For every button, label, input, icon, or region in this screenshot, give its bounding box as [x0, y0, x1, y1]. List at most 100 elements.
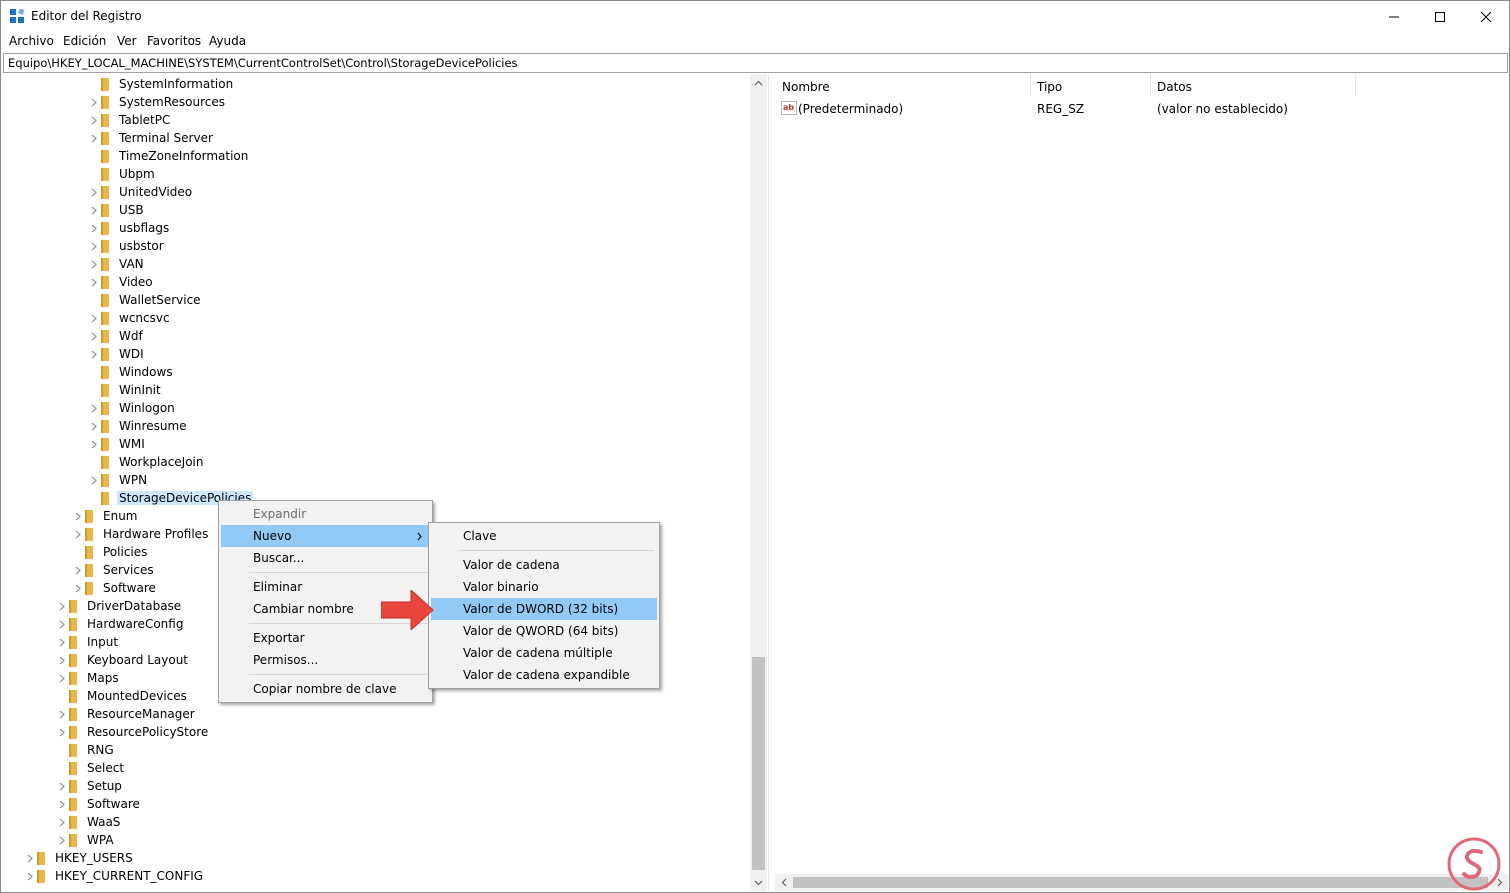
chevron-right-icon [91, 278, 97, 287]
chevron-right-icon [59, 836, 65, 845]
menu-item-string-value[interactable]: Valor de cadena [431, 554, 657, 576]
column-divider[interactable] [1150, 74, 1151, 96]
chevron-right-icon [59, 638, 65, 647]
chevron-right-icon [91, 404, 97, 413]
maximize-button[interactable] [1417, 1, 1463, 32]
registry-editor-window: Editor del Registro Archivo Edición Ver … [0, 0, 1510, 893]
folder-icon [69, 834, 77, 847]
folder-icon [69, 798, 77, 811]
menu-favoritos[interactable]: Favoritos [147, 34, 201, 48]
menu-item-export[interactable]: Exportar [221, 627, 430, 649]
menu-item-multi-string-value[interactable]: Valor de cadena múltiple [431, 642, 657, 664]
menu-separator [249, 674, 427, 675]
menu-item-copy-key-name[interactable]: Copiar nombre de clave [221, 678, 430, 700]
scroll-thumb[interactable] [752, 657, 765, 870]
chevron-right-icon [417, 532, 422, 541]
column-divider[interactable] [1030, 74, 1031, 96]
chevron-right-icon [59, 656, 65, 665]
folder-icon [101, 276, 109, 289]
menu-archivo[interactable]: Archivo [9, 34, 54, 48]
registry-editor-icon [10, 9, 25, 23]
values-horizontal-scrollbar[interactable] [775, 874, 1508, 891]
scroll-left-button[interactable] [775, 874, 792, 891]
chevron-right-icon [59, 710, 65, 719]
folder-icon [85, 510, 93, 523]
folder-icon [69, 618, 77, 631]
key-tree: SystemInformation SystemResources Tablet… [3, 74, 767, 891]
column-header-name[interactable]: Nombre [782, 80, 830, 94]
chevron-right-icon [75, 566, 81, 575]
menu-item-new[interactable]: Nuevo [221, 525, 430, 547]
folder-icon [85, 582, 93, 595]
folder-icon [101, 204, 109, 217]
folder-icon [101, 348, 109, 361]
chevron-right-icon [59, 620, 65, 629]
pane-splitter[interactable] [768, 74, 774, 891]
menu-ver[interactable]: Ver [117, 34, 137, 48]
menu-item-expandable-string-value[interactable]: Valor de cadena expandible [431, 664, 657, 686]
folder-icon [101, 330, 109, 343]
folder-icon [101, 114, 109, 127]
column-divider[interactable] [1355, 74, 1356, 96]
folder-icon [101, 474, 109, 487]
chevron-right-icon [75, 530, 81, 539]
column-header-type[interactable]: Tipo [1037, 80, 1062, 94]
chevron-right-icon [27, 854, 33, 863]
address-path: Equipo\HKEY_LOCAL_MACHINE\SYSTEM\Current… [8, 56, 518, 70]
menu-item-dword-value[interactable]: Valor de DWORD (32 bits) [431, 598, 657, 620]
minimize-button[interactable] [1371, 1, 1417, 32]
folder-icon [85, 528, 93, 541]
watermark-logo [1447, 837, 1501, 891]
folder-icon [101, 492, 109, 505]
chevron-right-icon [59, 602, 65, 611]
folder-icon [69, 780, 77, 793]
address-bar[interactable]: Equipo\HKEY_LOCAL_MACHINE\SYSTEM\Current… [3, 53, 1508, 73]
chevron-right-icon [59, 818, 65, 827]
close-button[interactable] [1463, 1, 1509, 32]
chevron-right-icon [91, 116, 97, 125]
menu-separator [459, 550, 654, 551]
menu-item-permissions[interactable]: Permisos... [221, 649, 430, 671]
maximize-icon [1435, 11, 1445, 22]
menu-item-find[interactable]: Buscar... [221, 547, 430, 569]
folder-icon [101, 456, 109, 469]
column-header-data[interactable]: Datos [1157, 80, 1192, 94]
folder-icon [69, 672, 77, 685]
menu-ayuda[interactable]: Ayuda [209, 34, 246, 48]
chevron-right-icon [59, 800, 65, 809]
scroll-down-button[interactable] [750, 874, 767, 891]
value-row[interactable]: ab (Predeterminado) REG_SZ (valor no est… [779, 100, 1499, 118]
chevron-right-icon [91, 188, 97, 197]
folder-icon [69, 708, 77, 721]
chevron-right-icon [91, 476, 97, 485]
scroll-down-icon [754, 880, 763, 885]
scroll-thumb[interactable] [793, 877, 1488, 888]
folder-icon [101, 312, 109, 325]
folder-icon [69, 690, 77, 703]
menu-separator [249, 572, 427, 573]
menu-item-key[interactable]: Clave [431, 525, 657, 547]
menu-edicion[interactable]: Edición [63, 34, 106, 48]
menu-item-qword-value[interactable]: Valor de QWORD (64 bits) [431, 620, 657, 642]
folder-icon [69, 636, 77, 649]
value-type: REG_SZ [1037, 102, 1085, 116]
chevron-right-icon [75, 584, 81, 593]
folder-icon [101, 222, 109, 235]
chevron-right-icon [91, 350, 97, 359]
folder-icon [101, 78, 109, 91]
menu-item-expand[interactable]: Expandir [221, 503, 430, 525]
chevron-right-icon [91, 134, 97, 143]
title-bar: Editor del Registro [1, 1, 1509, 32]
chevron-right-icon [91, 206, 97, 215]
chevron-right-icon [59, 674, 65, 683]
close-icon [1480, 11, 1492, 22]
folder-icon [37, 852, 45, 865]
chevron-right-icon [91, 224, 97, 233]
folder-icon [69, 600, 77, 613]
scroll-up-button[interactable] [750, 74, 767, 91]
tree-vertical-scrollbar[interactable] [750, 74, 767, 891]
menu-item-binary-value[interactable]: Valor binario [431, 576, 657, 598]
folder-icon [101, 132, 109, 145]
chevron-right-icon [75, 512, 81, 521]
folder-icon [85, 564, 93, 577]
